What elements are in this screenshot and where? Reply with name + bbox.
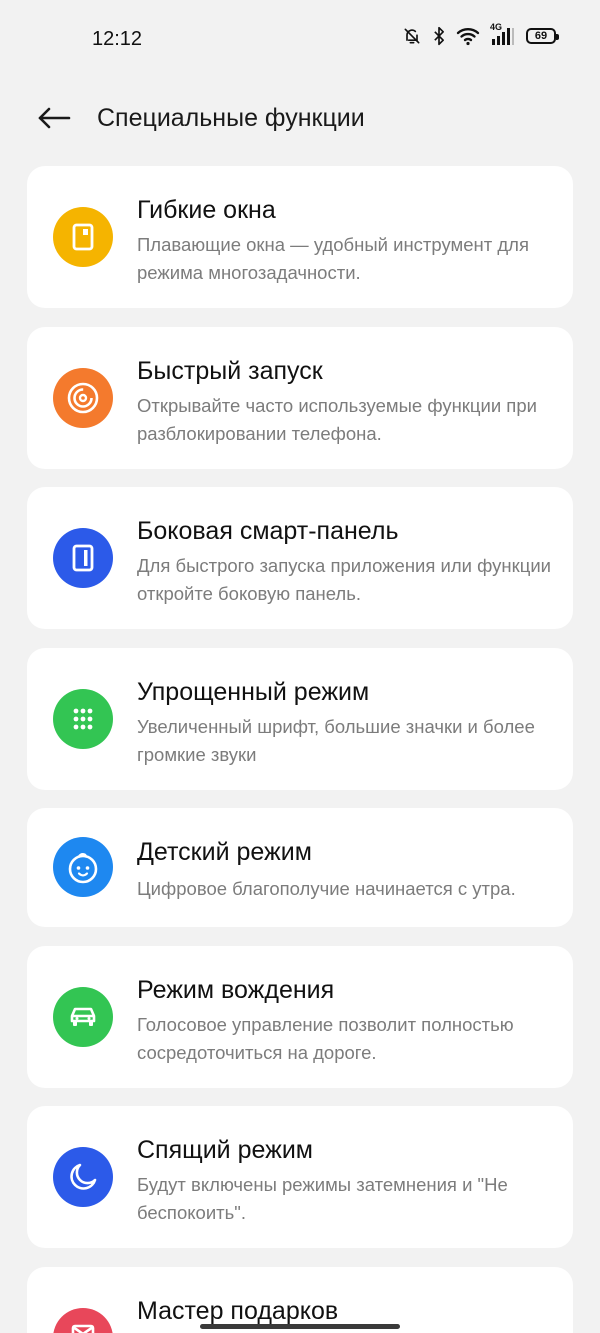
item-description: Плавающие окна — удобный инструмент для … [137,234,529,283]
item-title: Упрощенный режим [137,678,370,706]
item-title: Спящий режим [137,1136,313,1164]
item-title: Боковая смарт-панель [137,517,399,545]
list-item-sleep-mode[interactable]: Спящий режим Будут включены режимы затем… [27,1106,573,1248]
list-item-simple-mode[interactable]: Упрощенный режим Увеличенный шрифт, боль… [27,648,573,790]
item-description: Увеличенный шрифт, большие значки и боле… [137,716,535,765]
header: Специальные функции [0,90,600,150]
bell-off-icon [402,26,422,46]
item-description: Открывайте часто используемые функции пр… [137,395,537,444]
item-title: Детский режим [137,838,312,866]
page-title: Специальные функции [97,104,365,132]
item-description: Цифровое благополучие начинается с утра. [137,878,516,899]
network-type: 4G [490,22,503,32]
back-button[interactable] [32,100,76,140]
gift-icon [53,1308,113,1333]
baby-face-icon [53,837,113,897]
bluetooth-icon [432,26,446,46]
list-item-quick-launch[interactable]: Быстрый запуск Открывайте часто использу… [27,327,573,469]
item-title: Мастер подарков [137,1297,339,1325]
list-item-smart-sidebar[interactable]: Боковая смарт-панель Для быстрого запуск… [27,487,573,629]
battery-level: 69 [534,30,548,42]
car-icon [53,987,113,1047]
item-description: Будут включены режимы затемнения и "Не б… [137,1174,508,1223]
item-title: Гибкие окна [137,196,276,224]
signal-icon: 4G [490,22,516,46]
status-bar: 12:12 4G 69 [0,0,600,80]
status-icons: 4G 69 [402,22,559,46]
arrow-left-icon [37,106,71,135]
item-title: Режим вождения [137,976,335,1004]
fingerprint-ring-icon [53,368,113,428]
wifi-icon [456,26,480,46]
battery-icon: 69 [526,28,559,44]
moon-icon [53,1147,113,1207]
list-item-floating-windows[interactable]: Гибкие окна Плавающие окна — удобный инс… [27,166,573,308]
status-time: 12:12 [92,28,143,50]
item-title: Быстрый запуск [137,357,323,385]
side-panel-icon [53,528,113,588]
home-indicator[interactable] [200,1324,400,1329]
grid-dots-icon [53,689,113,749]
item-description: Для быстрого запуска приложения или функ… [137,555,551,604]
floating-window-icon [53,207,113,267]
list-item-kids-mode[interactable]: Детский режим Цифровое благополучие начи… [27,808,573,927]
list-item-driving-mode[interactable]: Режим вождения Голосовое управление позв… [27,946,573,1088]
item-description: Голосовое управление позволит полностью … [137,1014,514,1063]
